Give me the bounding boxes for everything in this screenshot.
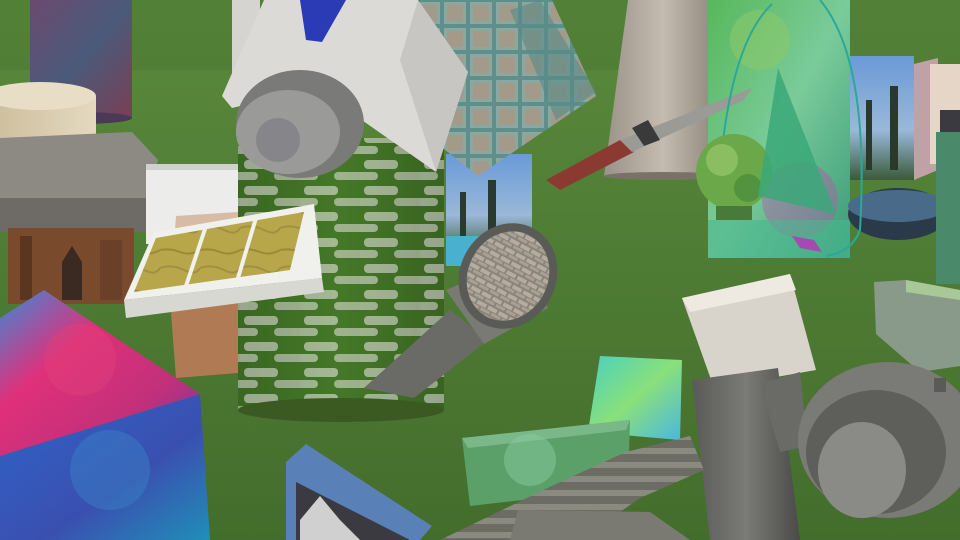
slab-concrete xyxy=(0,132,158,232)
rendered-3d-scene xyxy=(0,0,960,540)
box-church-wood xyxy=(8,228,134,304)
satellite-white xyxy=(222,0,468,178)
basin-water xyxy=(848,188,948,240)
scene-canvas xyxy=(0,0,960,540)
